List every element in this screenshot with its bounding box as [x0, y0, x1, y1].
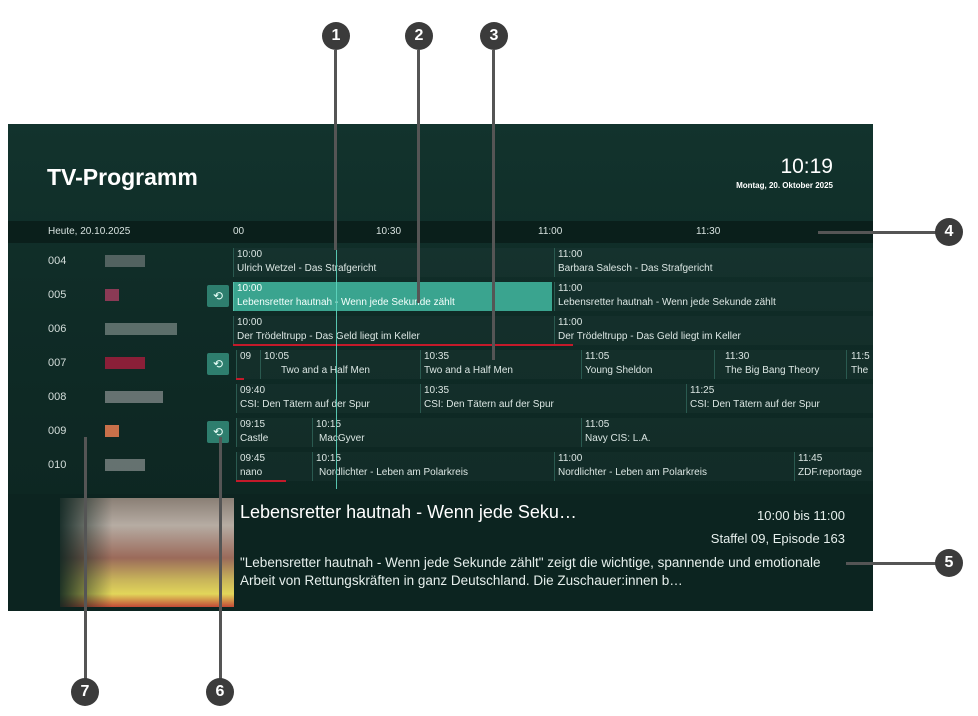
callout-leader: [417, 50, 420, 303]
channel-row: 010 09:45 nano 10:15 Nordlichter - Leben…: [8, 450, 873, 482]
day-label: Heute, 20.10.2025: [48, 226, 131, 237]
program-cell[interactable]: 10:15 Nordlichter - Leben am Polarkreis: [312, 452, 555, 481]
channel-number: 006: [48, 323, 67, 335]
clock-time: 10:19: [780, 155, 833, 178]
program-cell[interactable]: 10:00 Der Trödeltrupp - Das Geld liegt i…: [233, 316, 555, 345]
page-title: TV-Programm: [47, 164, 198, 190]
callout-marker: 5: [935, 549, 963, 577]
channel-logo[interactable]: [105, 255, 145, 267]
current-time-line: [336, 246, 337, 489]
channel-row: 009 ⟲ 09:15 Castle 10:15 MacGyver 11:05 …: [8, 416, 873, 448]
detail-description: "Lebensretter hautnah - Wenn jede Sekund…: [240, 555, 821, 588]
tv-guide-screen: TV-Programm 10:19 Montag, 20. Oktober 20…: [8, 124, 873, 611]
time-tick: 10:30: [376, 226, 402, 237]
program-cell[interactable]: 11:45 ZDF.reportage: [794, 452, 873, 481]
clock-date: Montag, 20. Oktober 2025: [736, 181, 833, 190]
channel-number: 008: [48, 391, 67, 403]
time-tick: 11:30: [696, 226, 721, 237]
progress-indicator: [233, 344, 573, 346]
callout-marker: 3: [480, 22, 508, 50]
channel-logo[interactable]: [105, 357, 145, 369]
program-cell[interactable]: 11:00 Lebensretter hautnah - Wenn jede S…: [554, 282, 873, 311]
channel-number: 007: [48, 357, 67, 369]
program-cell[interactable]: 09:40 CSI: Den Tätern auf der Spur: [236, 384, 421, 413]
detail-panel: Lebensretter hautnah - Wenn jede Seku… 1…: [8, 494, 873, 611]
callout-marker: 4: [935, 218, 963, 246]
program-cell[interactable]: 11:00 Barbara Salesch - Das Strafgericht: [554, 248, 873, 277]
channel-number: 004: [48, 255, 67, 267]
channel-row: 005 ⟲ 10:00 Lebensretter hautnah - Wenn …: [8, 280, 873, 312]
program-cell[interactable]: 11:00 Nordlichter - Leben am Polarkreis: [554, 452, 795, 481]
callout-leader: [818, 231, 936, 234]
channel-row: 004 10:00 Ulrich Wetzel - Das Strafgeric…: [8, 246, 873, 278]
detail-title: Lebensretter hautnah - Wenn jede Seku…: [240, 502, 577, 522]
channel-number: 009: [48, 425, 67, 437]
program-cell[interactable]: 11:05 Young Sheldon: [581, 350, 715, 379]
channel-logo[interactable]: [105, 289, 119, 301]
replay-icon[interactable]: ⟲: [207, 421, 229, 443]
program-cell[interactable]: 10:05 Two and a Half Men: [260, 350, 421, 379]
channel-row: 008 09:40 CSI: Den Tätern auf der Spur 1…: [8, 382, 873, 414]
time-tick: 11:00: [538, 226, 563, 237]
program-cell[interactable]: 10:15 MacGyver: [312, 418, 582, 447]
program-cell[interactable]: 11:25 CSI: Den Tätern auf der Spur: [686, 384, 873, 413]
program-cell[interactable]: 09: [236, 350, 261, 379]
detail-episode: Staffel 09, Episode 163: [710, 531, 845, 546]
channel-row: 007 ⟲ 09 10:05 Two and a Half Men 10:35 …: [8, 348, 873, 380]
replay-icon[interactable]: ⟲: [207, 353, 229, 375]
program-cell[interactable]: 09:45 nano: [236, 452, 313, 481]
detail-time: 10:00 bis 11:00: [757, 508, 845, 523]
channel-logo[interactable]: [105, 459, 145, 471]
callout-leader: [492, 50, 495, 360]
progress-indicator: [236, 378, 244, 380]
callout-leader: [84, 437, 87, 687]
program-cell[interactable]: 11:30 The Big Bang Theory: [714, 350, 847, 379]
program-grid: 004 10:00 Ulrich Wetzel - Das Strafgeric…: [8, 246, 873, 489]
callout-marker: 6: [206, 678, 234, 706]
time-bar: Heute, 20.10.2025 00 10:30 11:00 11:30: [8, 221, 873, 243]
program-cell[interactable]: 10:35 Two and a Half Men: [420, 350, 582, 379]
channel-number: 005: [48, 289, 67, 301]
callout-leader: [846, 562, 936, 565]
channel-number: 010: [48, 459, 67, 471]
channel-row: 006 10:00 Der Trödeltrupp - Das Geld lie…: [8, 314, 873, 346]
program-cell[interactable]: 11:5 The: [846, 350, 873, 379]
replay-icon[interactable]: ⟲: [207, 285, 229, 307]
time-tick: 00: [233, 226, 245, 237]
program-cell[interactable]: 10:00 Ulrich Wetzel - Das Strafgericht: [233, 248, 555, 277]
callout-marker: 1: [322, 22, 350, 50]
program-cell[interactable]: 09:15 Castle: [236, 418, 313, 447]
program-cell-selected[interactable]: 10:00 Lebensretter hautnah - Wenn jede S…: [233, 282, 552, 311]
channel-logo[interactable]: [105, 323, 177, 335]
program-cell[interactable]: 10:35 CSI: Den Tätern auf der Spur: [420, 384, 687, 413]
callout-marker: 7: [71, 678, 99, 706]
callout-leader: [219, 437, 222, 687]
program-cell[interactable]: 11:00 Der Trödeltrupp - Das Geld liegt i…: [554, 316, 873, 345]
channel-logo[interactable]: [105, 391, 163, 403]
progress-indicator: [236, 480, 286, 482]
callout-marker: 2: [405, 22, 433, 50]
callout-leader: [334, 50, 337, 250]
channel-logo[interactable]: [105, 425, 119, 437]
program-cell[interactable]: 11:05 Navy CIS: L.A.: [581, 418, 873, 447]
